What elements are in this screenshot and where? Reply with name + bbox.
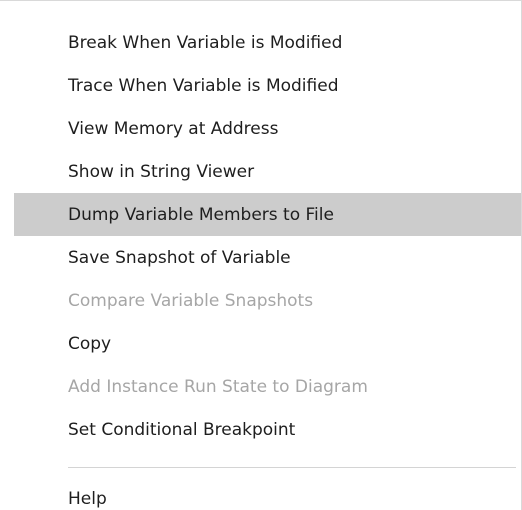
menu-separator xyxy=(68,467,516,468)
menu-item-label: Dump Variable Members to File xyxy=(68,204,334,225)
menu-item-label: Show in String Viewer xyxy=(68,161,255,182)
menu-item-label: Add Instance Run State to Diagram xyxy=(68,376,368,397)
menu-item-break-when-variable-modified[interactable]: Break When Variable is Modified xyxy=(14,21,521,64)
menu-item-label: Copy xyxy=(68,333,112,354)
menu-item-label: Save Snapshot of Variable xyxy=(68,247,291,268)
menu-item-compare-snapshots[interactable]: Compare Variable Snapshots xyxy=(14,279,521,322)
menu-item-label: Trace When Variable is Modified xyxy=(68,75,339,96)
menu-item-label: Break When Variable is Modified xyxy=(68,32,343,53)
menu-item-dump-variable-members[interactable]: Dump Variable Members to File xyxy=(14,193,521,236)
menu-item-copy[interactable]: Copy xyxy=(14,322,521,365)
menu-item-label: Compare Variable Snapshots xyxy=(68,290,314,311)
menu-item-label: Help xyxy=(68,488,107,509)
menu-item-add-instance-run-state[interactable]: Add Instance Run State to Diagram xyxy=(14,365,521,408)
menu-item-help[interactable]: Help xyxy=(14,477,521,510)
menu-item-label: Set Conditional Breakpoint xyxy=(68,419,296,440)
menu-item-save-snapshot[interactable]: Save Snapshot of Variable xyxy=(14,236,521,279)
menu-item-show-in-string-viewer[interactable]: Show in String Viewer xyxy=(14,150,521,193)
menu-item-trace-when-variable-modified[interactable]: Trace When Variable is Modified xyxy=(14,64,521,107)
context-menu: Break When Variable is Modified Trace Wh… xyxy=(0,0,522,510)
menu-item-label: View Memory at Address xyxy=(68,118,279,139)
menu-item-view-memory-at-address[interactable]: View Memory at Address xyxy=(14,107,521,150)
menu-item-set-conditional-breakpoint[interactable]: Set Conditional Breakpoint xyxy=(14,408,521,451)
